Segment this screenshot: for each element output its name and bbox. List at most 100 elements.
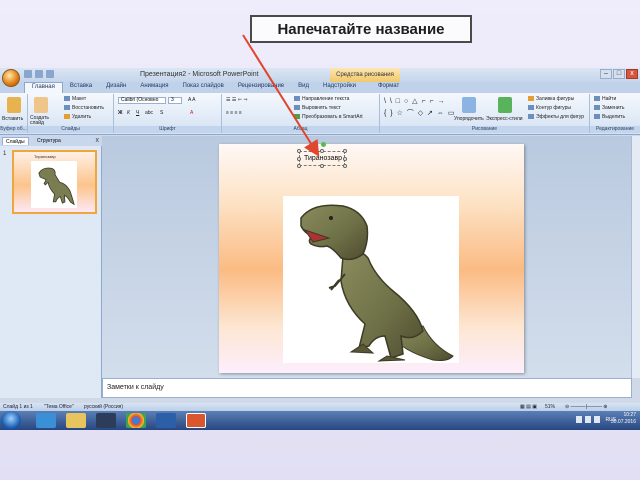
delete-slide-button[interactable]: Удалить xyxy=(64,114,91,120)
tab-slideshow[interactable]: Показ слайдов xyxy=(176,82,231,93)
powerpoint-taskbar-icon[interactable] xyxy=(186,413,206,428)
new-slide-button[interactable]: Создать слайд xyxy=(30,116,56,126)
quick-styles-icon[interactable] xyxy=(498,97,512,113)
notes-field[interactable]: Заметки к слайду xyxy=(102,378,632,398)
arrange-button[interactable]: Упорядочить xyxy=(454,116,484,122)
current-slide[interactable]: Тиранозавр xyxy=(219,142,524,373)
language-indicator[interactable]: русский (Россия) xyxy=(84,404,123,410)
title-placeholder[interactable]: Тиранозавр xyxy=(297,142,347,168)
layout-button[interactable]: Макет xyxy=(64,96,86,102)
quick-styles-button[interactable]: Экспресс-стили xyxy=(486,116,523,122)
slide-title-text[interactable]: Тиранозавр xyxy=(304,155,342,162)
resize-handle-n[interactable] xyxy=(320,149,324,153)
smartart-icon xyxy=(294,114,300,120)
shape-effects-button[interactable]: Эффекты для фигур xyxy=(528,114,584,120)
save-icon[interactable] xyxy=(24,70,32,78)
paste-icon[interactable] xyxy=(7,97,21,113)
new-slide-icon[interactable] xyxy=(34,97,48,113)
tab-slides[interactable]: Слайды xyxy=(2,137,29,145)
file-explorer-icon[interactable] xyxy=(66,413,86,428)
undo-icon[interactable] xyxy=(35,70,43,78)
resize-handle-e[interactable] xyxy=(343,157,347,161)
chrome-icon[interactable] xyxy=(126,413,146,428)
arrange-icon[interactable] xyxy=(462,97,476,113)
text-direction-button[interactable]: Направление текста xyxy=(294,96,349,102)
font-size-select[interactable]: 3 xyxy=(168,97,182,104)
text-direction-icon xyxy=(294,96,300,102)
font-grow-icon[interactable]: A A xyxy=(188,97,196,103)
tab-animation[interactable]: Анимация xyxy=(133,82,175,93)
align-text-icon xyxy=(294,105,300,111)
maximize-button[interactable]: □ xyxy=(613,69,625,79)
reset-button[interactable]: Восстановить xyxy=(64,105,104,111)
office-button[interactable] xyxy=(2,69,20,87)
app-icon[interactable] xyxy=(96,413,116,428)
slide-editing-area: Тиранозавр xyxy=(102,136,640,378)
network-icon[interactable] xyxy=(585,416,591,423)
shape-fill-button[interactable]: Заливка фигуры xyxy=(528,96,574,102)
resize-handle-nw[interactable] xyxy=(297,149,301,153)
paste-button[interactable]: Вставить xyxy=(2,116,23,122)
tab-outline[interactable]: Структура xyxy=(34,137,64,145)
smartart-button[interactable]: Преобразовать в SmartArt xyxy=(294,114,363,120)
resize-handle-s[interactable] xyxy=(320,164,324,168)
dinosaur-image[interactable] xyxy=(283,196,459,363)
italic-icon[interactable]: К xyxy=(127,110,130,116)
windows-taskbar: RUS 10:27 30.07.2016 xyxy=(0,411,640,430)
tray-icon[interactable] xyxy=(576,416,582,423)
shadow-icon[interactable]: S xyxy=(160,110,163,116)
resize-handle-sw[interactable] xyxy=(297,164,301,168)
close-button[interactable]: x xyxy=(626,69,638,79)
volume-icon[interactable] xyxy=(594,416,600,423)
align-text-button[interactable]: Выровнять текст xyxy=(294,105,341,111)
title-bar: Презентация2 - Microsoft PowerPoint Сред… xyxy=(0,68,640,82)
tab-view[interactable]: Вид xyxy=(291,82,316,93)
tab-review[interactable]: Рецензирование xyxy=(231,82,291,93)
replace-button[interactable]: Заменить xyxy=(594,105,624,111)
shape-outline-button[interactable]: Контур фигуры xyxy=(528,105,571,111)
clock[interactable]: 10:27 30.07.2016 xyxy=(611,412,636,426)
find-button[interactable]: Найти xyxy=(594,96,616,102)
vertical-scrollbar[interactable] xyxy=(631,136,640,378)
drawing-tools-tab[interactable]: Средства рисования xyxy=(330,68,400,82)
view-buttons[interactable]: ▦ ▤ ▣ xyxy=(520,404,537,410)
bullets-icon[interactable]: ☰ ☰ ⇐ ⇒ xyxy=(226,97,248,103)
zoom-slider[interactable]: ⊖ ———|——— ⊕ xyxy=(565,404,607,410)
shapes-gallery[interactable]: \ \ □ ○ △ ⌐ ⌐ → xyxy=(384,97,446,105)
internet-explorer-icon[interactable] xyxy=(36,413,56,428)
underline-icon[interactable]: Ч xyxy=(136,110,139,116)
editing-group: Найти Заменить Выделить Редактирование xyxy=(590,94,640,133)
start-button[interactable] xyxy=(1,411,21,430)
font-name-select[interactable]: Calibri (Основно xyxy=(118,97,166,104)
resize-handle-w[interactable] xyxy=(297,157,301,161)
slides-group-label: Слайды xyxy=(28,126,113,133)
zoom-level[interactable]: 51% xyxy=(545,404,555,410)
strikethrough-icon[interactable]: abc xyxy=(145,110,153,116)
select-icon xyxy=(594,114,600,120)
powerpoint-window: Презентация2 - Microsoft PowerPoint Сред… xyxy=(0,68,640,430)
ribbon: Вставить Буфер об... Создать слайд Макет… xyxy=(0,93,640,135)
delete-icon xyxy=(64,114,70,120)
tab-format[interactable]: Формат xyxy=(371,82,406,93)
layout-icon xyxy=(64,96,70,102)
slide-thumbnail[interactable]: Тиранозавр xyxy=(12,150,97,214)
resize-handle-se[interactable] xyxy=(343,164,347,168)
word-icon[interactable] xyxy=(156,413,176,428)
font-color-icon[interactable]: A xyxy=(190,110,193,116)
tab-home[interactable]: Главная xyxy=(24,82,63,93)
tab-design[interactable]: Дизайн xyxy=(99,82,133,93)
redo-icon[interactable] xyxy=(46,70,54,78)
tab-addins[interactable]: Надстройки xyxy=(316,82,363,93)
notes-placeholder: Заметки к слайду xyxy=(107,384,164,391)
pane-close-icon[interactable]: x xyxy=(96,137,100,144)
resize-handle-ne[interactable] xyxy=(343,149,347,153)
align-icons[interactable]: ≡ ≡ ≡ ≡ xyxy=(226,110,242,116)
rotation-handle[interactable] xyxy=(321,142,326,147)
tab-insert[interactable]: Вставка xyxy=(63,82,99,93)
minimize-button[interactable]: – xyxy=(600,69,612,79)
bold-icon[interactable]: Ж xyxy=(118,110,123,116)
shapes-gallery-row2[interactable]: { } ☆ ⌒ ◇ ↗ ⇔ ▭ xyxy=(384,108,455,118)
clock-date: 30.07.2016 xyxy=(610,419,636,425)
select-button[interactable]: Выделить xyxy=(594,114,625,120)
tyrannosaurus-illustration xyxy=(300,204,454,362)
